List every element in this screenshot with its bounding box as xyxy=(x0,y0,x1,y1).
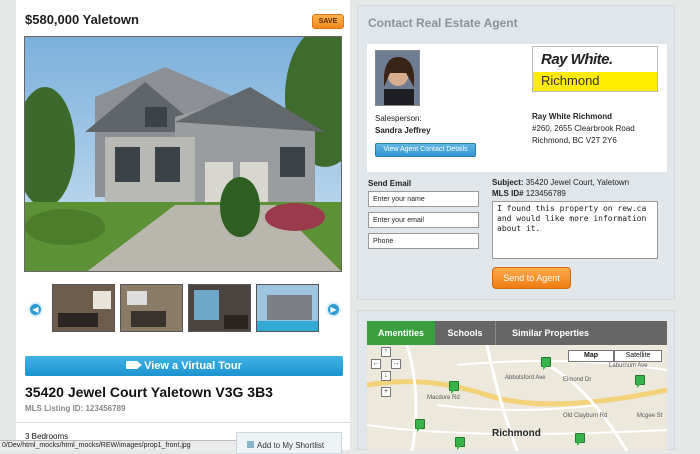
thumbnail[interactable] xyxy=(256,284,319,332)
brokerage-address-line1: #260, 2655 Clearbrook Road xyxy=(532,124,635,133)
browser-status-bar: 0/Dev/html_mocks/html_mocks/REW/images/p… xyxy=(0,440,236,450)
add-to-shortlist-button[interactable]: Add to My Shortlist xyxy=(236,432,342,454)
email-field[interactable]: Enter your email xyxy=(368,212,479,228)
brokerage-logo: Ray White. Richmond xyxy=(532,46,658,92)
brokerage-name: Ray White Richmond xyxy=(532,112,613,121)
listing-column: $580,000 Yaletown SAVE ◀ ▶ View a Virtua… xyxy=(16,0,350,450)
shortlist-label: Add to My Shortlist xyxy=(257,441,325,450)
salesperson-label: Salesperson: xyxy=(375,114,422,123)
map-tabs: Amentities Schools Similar Properties xyxy=(367,321,667,345)
email-subject: Subject: 35420 Jewel Court, Yaletown MLS… xyxy=(492,177,629,199)
divider xyxy=(16,422,350,423)
subject-label: Subject: xyxy=(492,178,524,187)
virtual-tour-label: View a Virtual Tour xyxy=(144,360,242,372)
map-pan-right-icon[interactable]: → xyxy=(391,359,401,369)
tab-schools[interactable]: Schools xyxy=(435,321,495,345)
name-field[interactable]: Enter your name xyxy=(368,191,479,207)
street-label: Old Clayburn Rd xyxy=(563,413,608,419)
map-view[interactable]: ↑ ← → ↓ + Map Satellite Macdure Rd Abbot… xyxy=(367,345,667,451)
mls-value: 123456789 xyxy=(525,189,566,198)
send-to-agent-button[interactable]: Send to Agent xyxy=(492,267,571,289)
contact-panel: Contact Real Estate Agent Salesperson: S… xyxy=(357,5,675,300)
map-place-label: Richmond xyxy=(492,428,541,439)
street-label: Elmond Dr xyxy=(563,377,592,383)
main-property-photo[interactable] xyxy=(24,36,342,272)
virtual-tour-button[interactable]: View a Virtual Tour xyxy=(25,356,343,376)
agent-photo xyxy=(375,50,420,106)
save-button[interactable]: SAVE xyxy=(312,14,344,29)
listing-price: $580,000 xyxy=(25,12,80,27)
logo-office: Richmond xyxy=(533,72,657,91)
thumbnail-strip: ◀ ▶ xyxy=(16,284,350,334)
map-pan-up-icon[interactable]: ↑ xyxy=(381,347,391,357)
map-marker-icon[interactable] xyxy=(455,437,465,450)
mls-label: MLS ID# xyxy=(492,189,524,198)
logo-brand: Ray White. xyxy=(533,47,657,72)
street-label: Macdure Rd xyxy=(427,395,460,401)
agent-card: Salesperson: Sandra Jeffrey View Agent C… xyxy=(367,44,667,172)
map-panel: Amentities Schools Similar Properties ↑ … xyxy=(357,310,675,451)
message-textarea[interactable]: I found this property on rew.ca and woul… xyxy=(492,201,658,259)
street-label: Mcgee St xyxy=(637,413,663,419)
brokerage-info: Ray White Richmond #260, 2655 Clearbrook… xyxy=(532,111,635,147)
video-camera-icon xyxy=(126,361,143,369)
street-label: Laburnum Ave xyxy=(609,363,648,369)
street-label: Abbotsford Ave xyxy=(505,375,546,381)
map-marker-icon[interactable] xyxy=(415,419,425,432)
tab-amenities[interactable]: Amentities xyxy=(367,321,435,345)
left-arrow-icon[interactable]: ◀ xyxy=(28,302,43,317)
listing-price-heading: $580,000 Yaletown xyxy=(25,12,139,27)
map-marker-icon[interactable] xyxy=(635,375,645,388)
brokerage-address-line2: Richmond, BC V2T 2Y6 xyxy=(532,136,617,145)
salesperson-name: Sandra Jeffrey xyxy=(375,126,431,135)
subject-value: 35420 Jewel Court, Yaletown xyxy=(525,178,630,187)
thumbnail[interactable] xyxy=(120,284,183,332)
map-type-satellite-button[interactable]: Satellite xyxy=(614,350,662,362)
thumbnail[interactable] xyxy=(188,284,251,332)
map-type-map-button[interactable]: Map xyxy=(568,350,614,362)
shortlist-icon xyxy=(247,441,254,448)
map-pan-left-icon[interactable]: ← xyxy=(371,359,381,369)
contact-heading: Contact Real Estate Agent xyxy=(368,16,518,30)
mls-listing-id: MLS Listing ID: 123456789 xyxy=(25,404,126,413)
listing-area: Yaletown xyxy=(82,12,139,27)
map-marker-icon[interactable] xyxy=(449,381,459,394)
map-pan-down-icon[interactable]: ↓ xyxy=(381,371,391,381)
phone-field[interactable]: Phone xyxy=(368,233,479,249)
view-agent-details-button[interactable]: View Agent Contact Details xyxy=(375,143,476,157)
listing-address: 35420 Jewel Court Yaletown V3G 3B3 xyxy=(25,384,273,400)
map-zoom-in-icon[interactable]: + xyxy=(381,387,391,397)
send-email-label: Send Email xyxy=(368,179,412,188)
thumbnail[interactable] xyxy=(52,284,115,332)
tab-similar-properties[interactable]: Similar Properties xyxy=(495,321,605,345)
right-arrow-icon[interactable]: ▶ xyxy=(326,302,341,317)
map-marker-icon[interactable] xyxy=(541,357,551,370)
map-marker-icon[interactable] xyxy=(575,433,585,446)
